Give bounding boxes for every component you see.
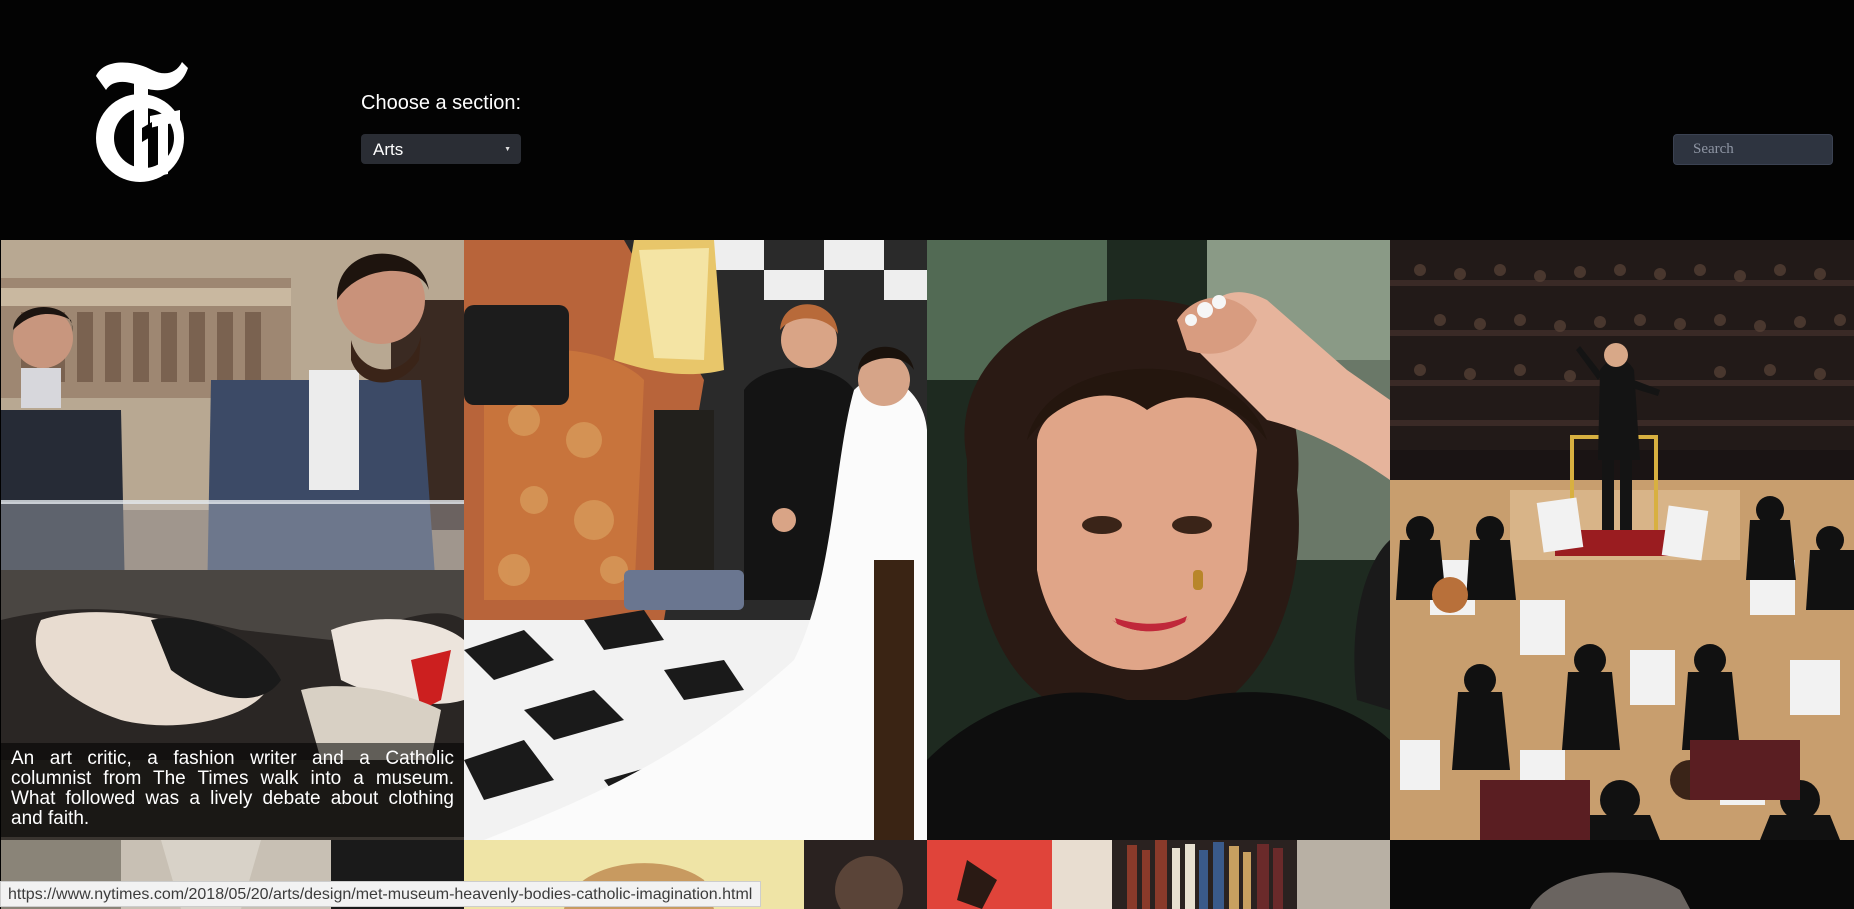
section-label: Choose a section: — [361, 92, 522, 114]
section-select-value: Arts — [373, 140, 404, 159]
header: Choose a section: Arts ▼ — [0, 0, 1854, 240]
article-tile-4[interactable] — [1390, 240, 1854, 840]
section-select[interactable]: Arts ▼ — [361, 134, 521, 164]
article-image-8 — [1390, 840, 1854, 909]
article-image-orchestra — [1390, 240, 1854, 840]
article-caption[interactable]: An art critic, a fashion writer and a Ca… — [1, 743, 464, 837]
article-image-wedding — [464, 240, 927, 840]
article-image-7 — [927, 840, 1390, 909]
article-tile-7[interactable] — [927, 840, 1390, 909]
article-tile-3[interactable] — [927, 240, 1390, 840]
article-tile-8[interactable] — [1390, 840, 1854, 909]
search-input[interactable] — [1673, 134, 1833, 165]
nyt-logo[interactable] — [94, 56, 190, 186]
article-image-portrait — [927, 240, 1390, 840]
article-tile-1[interactable]: An art critic, a fashion writer and a Ca… — [1, 240, 464, 840]
caret-down-icon: ▼ — [504, 146, 511, 153]
status-bar-url: https://www.nytimes.com/2018/05/20/arts/… — [0, 881, 762, 907]
article-tile-2[interactable] — [464, 240, 927, 840]
